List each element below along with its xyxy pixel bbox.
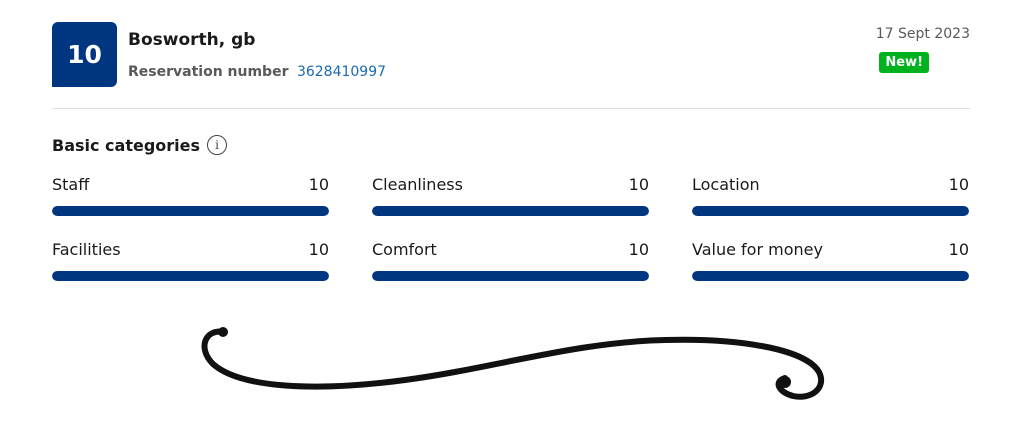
new-badge: New! (879, 52, 929, 73)
category-bar (692, 271, 969, 281)
category-bar-fill (692, 271, 969, 281)
info-icon[interactable]: i (207, 135, 228, 155)
category-location: Location 10 (692, 175, 969, 216)
category-bar (372, 206, 649, 216)
category-bar (372, 271, 649, 281)
categories-grid: Staff 10 Cleanliness 10 Location 10 Faci… (52, 175, 970, 281)
category-score: 10 (948, 175, 969, 194)
category-staff: Staff 10 (52, 175, 329, 216)
category-label: Comfort (372, 240, 437, 259)
reservation-number-link[interactable]: 3628410997 (297, 64, 386, 80)
category-label: Cleanliness (372, 175, 463, 194)
category-bar-fill (52, 206, 329, 216)
category-score: 10 (948, 240, 969, 259)
review-card: 10 Bosworth, gb Reservation number 36284… (52, 22, 970, 281)
category-bar-fill (372, 206, 649, 216)
category-bar-fill (372, 271, 649, 281)
category-label: Facilities (52, 240, 121, 259)
review-header: 10 Bosworth, gb Reservation number 36284… (52, 22, 970, 88)
category-bar-fill (692, 206, 969, 216)
category-label: Staff (52, 175, 90, 194)
category-facilities: Facilities 10 (52, 240, 329, 281)
reviewer-name: Bosworth, gb (128, 30, 256, 50)
category-score: 10 (628, 175, 649, 194)
decorative-flourish (201, 327, 824, 400)
category-score: 10 (308, 175, 329, 194)
category-score: 10 (628, 240, 649, 259)
reservation-info: Reservation number 3628410997 (128, 64, 386, 80)
review-date: 17 Sept 2023 (875, 26, 970, 42)
category-label: Value for money (692, 240, 823, 259)
section-title: Basic categories i (52, 135, 228, 155)
category-comfort: Comfort 10 (372, 240, 649, 281)
category-value-for-money: Value for money 10 (692, 240, 969, 281)
category-bar (52, 271, 329, 281)
category-bar (692, 206, 969, 216)
category-score: 10 (308, 240, 329, 259)
divider (52, 108, 970, 109)
category-cleanliness: Cleanliness 10 (372, 175, 649, 216)
reservation-label: Reservation number (128, 64, 289, 80)
section-title-text: Basic categories (52, 135, 201, 155)
category-label: Location (692, 175, 760, 194)
score-badge: 10 (52, 22, 117, 87)
category-bar-fill (52, 271, 329, 281)
category-bar (52, 206, 329, 216)
